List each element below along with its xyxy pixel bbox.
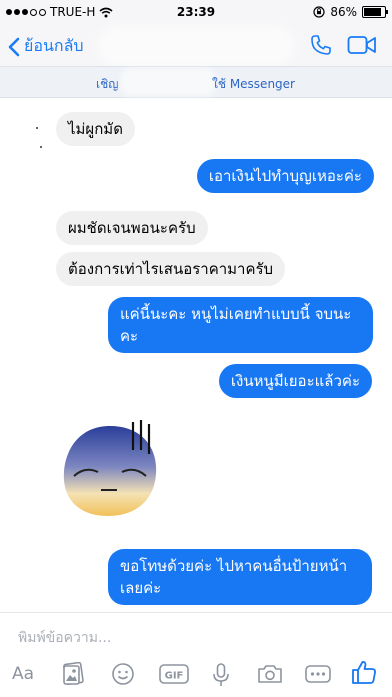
sad-face-sticker-art <box>63 420 157 516</box>
message-list[interactable]: ไม่ผูกมัด เอาเงินไปทำบุญเหอะค่ะ ผมชัดเจน… <box>0 97 392 612</box>
gif-label: GIF <box>165 671 184 682</box>
chevron-left-icon <box>8 37 20 56</box>
dust-mark <box>36 127 38 129</box>
nav-bar: ย้อนกลับ <box>0 24 392 66</box>
message-incoming[interactable]: ไม่ผูกมัด <box>56 112 135 146</box>
message-outgoing[interactable]: ขอโทษด้วยค่ะ ไปหาคนอื่นป้ายหน้า เลยค่ะ <box>108 549 372 605</box>
contact-name-obscured[interactable] <box>103 30 289 62</box>
battery-icon <box>362 6 388 18</box>
status-right: 86% <box>313 5 388 19</box>
more-icon[interactable] <box>305 662 331 686</box>
gif-icon[interactable]: GIF <box>159 662 189 686</box>
message-outgoing[interactable]: เอาเงินไปทำบุญเหอะค่ะ <box>196 159 374 193</box>
message-incoming[interactable]: ผมชัดเจนพอนะครับ <box>56 211 208 245</box>
microphone-icon[interactable] <box>212 662 230 688</box>
battery-percent: 86% <box>330 5 357 19</box>
text-format-button[interactable]: Aa <box>12 664 34 684</box>
back-label: ย้อนกลับ <box>24 36 84 55</box>
message-input[interactable]: พิมพ์ข้อความ... <box>18 627 111 649</box>
dust-mark <box>40 146 42 148</box>
lock-rotation-icon <box>313 6 325 18</box>
phone-icon[interactable] <box>309 33 333 57</box>
status-bar: TRUE-H 23:39 86% <box>0 0 392 24</box>
message-text-line: แค่นี้นะคะ หนูไม่เคยทำแบบนี้ จบนะ <box>120 305 352 323</box>
message-outgoing[interactable]: แค่นี้นะคะ หนูไม่เคยทำแบบนี้ จบนะ คะ <box>108 297 373 353</box>
battery-fill <box>364 8 381 16</box>
message-incoming[interactable]: ต้องการเท่าไรเสนอราคามาครับ <box>56 252 286 286</box>
like-icon[interactable] <box>351 659 377 685</box>
composer-toolbar: Aa GIF <box>0 658 392 692</box>
message-text: ต้องการเท่าไรเสนอราคามาครับ <box>68 260 274 278</box>
invite-name-obscured <box>124 72 212 92</box>
message-outgoing[interactable]: เงินหนูมีเยอะแล้วค่ะ <box>218 364 372 398</box>
message-text: ผมชัดเจนพอนะครับ <box>68 219 196 237</box>
back-button[interactable]: ย้อนกลับ <box>8 34 84 59</box>
invite-banner[interactable]: เชิญ ใช้ Messenger <box>0 66 392 98</box>
sad-face-sticker[interactable] <box>60 420 160 520</box>
message-text: เงินหนูมีเยอะแล้วค่ะ <box>230 372 360 390</box>
camera-icon[interactable] <box>257 662 283 686</box>
message-text: ไม่ผูกมัด <box>68 120 123 138</box>
message-text: เอาเงินไปทำบุญเหอะค่ะ <box>208 167 362 185</box>
emoji-icon[interactable] <box>111 662 135 686</box>
video-camera-icon[interactable] <box>347 35 377 55</box>
gallery-icon[interactable] <box>62 662 84 686</box>
invite-prefix: เชิญ <box>96 77 119 91</box>
message-text-line: ขอโทษด้วยค่ะ ไปหาคนอื่นป้ายหน้า <box>120 557 348 575</box>
message-text-line: คะ <box>120 327 139 345</box>
composer: พิมพ์ข้อความ... Aa GIF <box>0 612 392 697</box>
message-text-line: เลยค่ะ <box>120 579 162 597</box>
invite-suffix: ใช้ Messenger <box>212 77 295 91</box>
